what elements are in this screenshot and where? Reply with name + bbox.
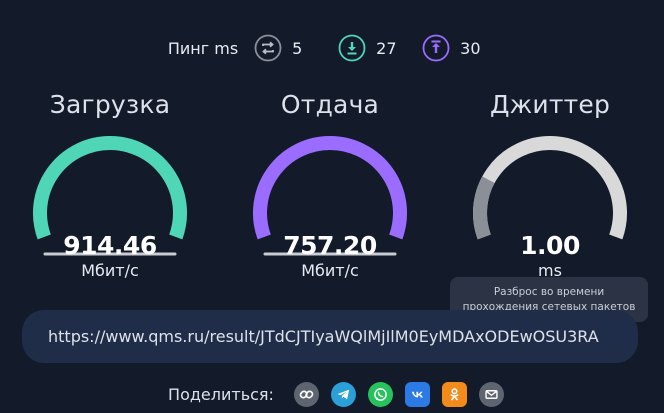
ping-row: Пинг ms 5 27 30 <box>0 33 664 63</box>
ping-upload-value: 30 <box>460 38 481 58</box>
link-icon <box>299 390 314 398</box>
download-gauge: Загрузка 914.46 Мбит/с <box>20 90 200 280</box>
jitter-gauge: Джиттер 1.00 ms <box>460 90 640 280</box>
result-url-text[interactable]: https://www.qms.ru/result/JTdCJTIyaWQlMj… <box>48 327 599 346</box>
ping-download-value: 27 <box>376 38 397 58</box>
upload-arrow-icon <box>422 34 450 62</box>
email-icon <box>485 389 498 399</box>
ping-repeat-icon <box>254 34 282 62</box>
share-email-button[interactable] <box>478 381 504 407</box>
share-telegram-button[interactable] <box>330 381 356 407</box>
upload-gauge-value: 757.20 <box>283 231 377 260</box>
jitter-gauge-title[interactable]: Джиттер <box>460 90 640 119</box>
ping-value: 5 <box>292 38 303 58</box>
download-arrow-icon <box>338 34 366 62</box>
ping-label: Пинг ms <box>167 38 239 58</box>
download-gauge-value: 914.46 <box>63 231 157 260</box>
share-whatsapp-button[interactable] <box>367 381 393 407</box>
download-gauge-title: Загрузка <box>49 90 171 119</box>
upload-gauge-title: Отдача <box>280 90 380 119</box>
vk-icon <box>411 391 423 397</box>
copy-link-button[interactable] <box>293 381 319 407</box>
share-odnoklassniki-button[interactable] <box>441 381 467 407</box>
jitter-gauge-value: 1.00 <box>520 231 580 260</box>
share-row: Поделиться: <box>0 381 664 407</box>
upload-gauge: Отдача 757.20 Мбит/с <box>240 90 420 280</box>
ping-download-item: 27 <box>338 34 398 62</box>
upload-gauge-unit: Мбит/с <box>301 261 359 280</box>
share-vk-button[interactable] <box>404 381 430 407</box>
telegram-icon <box>337 389 350 399</box>
ping-upload-item: 30 <box>422 34 482 62</box>
whatsapp-icon <box>374 387 387 401</box>
odnoklassniki-icon <box>450 387 459 400</box>
ping-item: 5 <box>254 34 314 62</box>
tooltip-line-1: Разброс во времени <box>493 286 605 298</box>
result-url-field[interactable]: https://www.qms.ru/result/JTdCJTIyaWQlMj… <box>22 310 638 363</box>
download-gauge-unit: Мбит/с <box>81 261 139 280</box>
share-label: Поделиться: <box>168 384 274 404</box>
